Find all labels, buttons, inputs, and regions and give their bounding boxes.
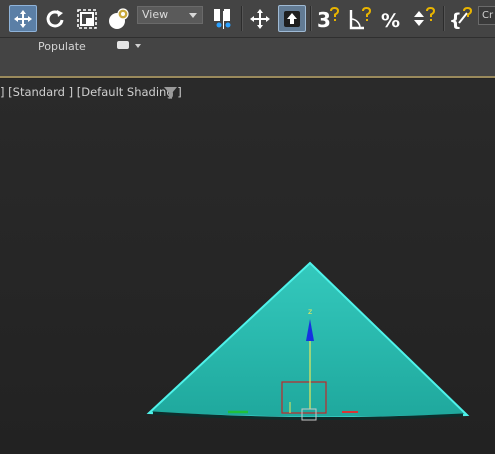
- select-and-scale-button[interactable]: [73, 5, 101, 32]
- toolbar-separator: [241, 6, 243, 31]
- keyboard-override-icon: [284, 10, 300, 27]
- select-and-place-button[interactable]: [105, 5, 133, 32]
- ribbon-panel: [0, 55, 495, 78]
- snap-3d-icon: 3: [317, 6, 340, 31]
- select-and-rotate-button[interactable]: [41, 5, 69, 32]
- move-icon: [14, 9, 32, 28]
- gizmo-z-label: z: [308, 307, 312, 316]
- use-pivot-center-button[interactable]: [209, 5, 237, 32]
- chevron-down-icon[interactable]: [135, 44, 141, 48]
- create-selection-set-field[interactable]: Cr: [478, 6, 495, 25]
- chevron-down-icon: [189, 13, 197, 18]
- toolbar-separator: [443, 6, 445, 31]
- select-manipulate-button[interactable]: [246, 5, 274, 32]
- select-and-move-button[interactable]: [9, 5, 37, 32]
- spinner-snap-icon: [414, 6, 436, 26]
- place-icon: [109, 7, 129, 29]
- toolbar-separator: [310, 6, 312, 31]
- snaps-toggle-button[interactable]: 3: [315, 5, 343, 32]
- keyboard-shortcut-override-button[interactable]: [278, 5, 306, 32]
- view-dropdown-label: View: [142, 8, 169, 21]
- reference-coordinate-dropdown[interactable]: View: [137, 6, 203, 24]
- edit-named-selection-button[interactable]: {: [448, 5, 476, 32]
- app-window: View 3 % {Cr Populate] [Standard] [De…: [0, 0, 495, 454]
- main-toolbar: View 3 % {Cr: [0, 0, 495, 38]
- ribbon-display-icon[interactable]: [117, 41, 129, 49]
- rotate-icon: [46, 9, 64, 27]
- ribbon-tab-row: Populate: [0, 38, 495, 55]
- tab-populate[interactable]: Populate: [38, 40, 86, 53]
- pivot-icon: [214, 8, 231, 29]
- viewport-scene: z: [146, 261, 470, 421]
- percent-snap-button[interactable]: %: [379, 5, 407, 32]
- svg-text:%: %: [381, 10, 400, 31]
- percent-snap-icon: %: [381, 10, 400, 31]
- scale-icon: [77, 8, 97, 29]
- angle-snap-icon: [349, 6, 372, 29]
- spinner-snap-button[interactable]: [411, 5, 439, 32]
- angle-snap-button[interactable]: [347, 5, 375, 32]
- svg-text:3: 3: [317, 8, 331, 31]
- named-selection-icon: {: [449, 6, 473, 31]
- ribbon-highlight-line: [0, 76, 495, 78]
- perspective-viewport[interactable]: ] [Standard ] [Default Shading ] z: [0, 79, 495, 454]
- manipulate-icon: [250, 8, 270, 29]
